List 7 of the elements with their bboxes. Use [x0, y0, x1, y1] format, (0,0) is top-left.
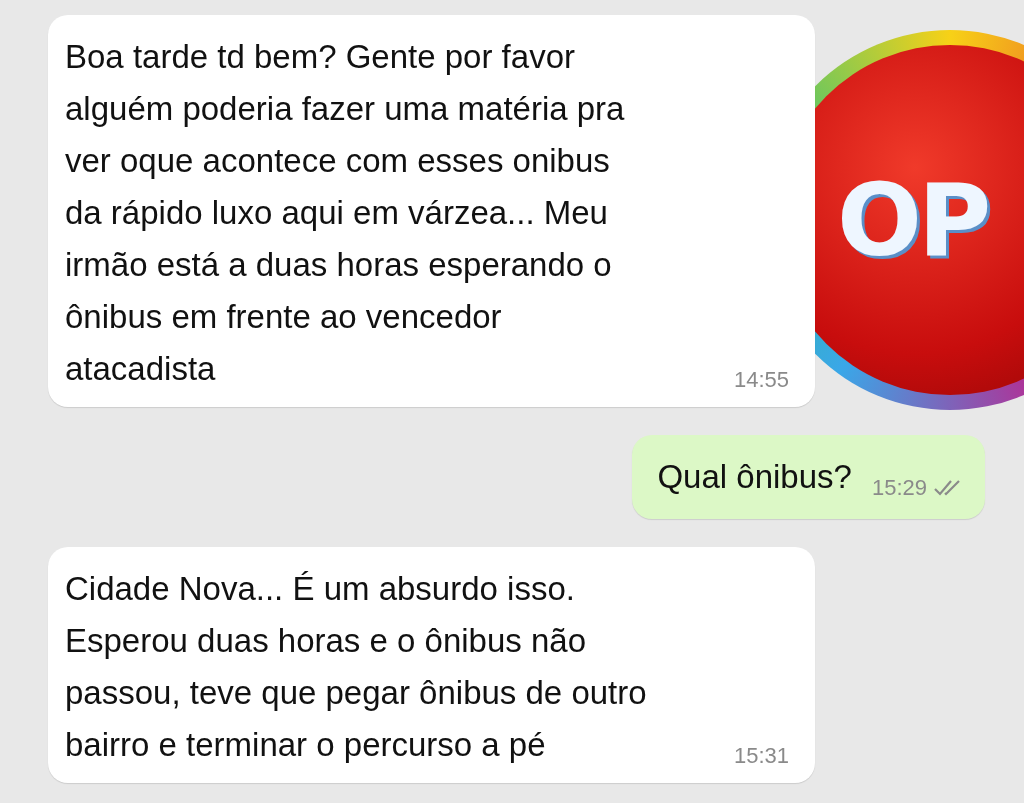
message-text: Cidade Nova... É um absurdo isso. Esperou duas horas e o ônibus não passou, teve que pegar ônibus de outro bairro e terminar o percurso a pé [65, 569, 648, 765]
message-text: Qual ônibus? [657, 457, 852, 497]
message-time: 15:31 [733, 743, 789, 769]
message-time: 14:55 [733, 367, 789, 393]
message-text: Boa tarde td bem? Gente por favor alguém poderia fazer uma matéria pra ver oque acontece com esses onibus da rápido luxo aqui em várzea... Meu irmão está a duas horas esperando o ônibus em frente ao vencedor atacadista [65, 37, 626, 389]
logo-text: OP [837, 161, 988, 279]
message-time: 15:29 [871, 475, 927, 501]
